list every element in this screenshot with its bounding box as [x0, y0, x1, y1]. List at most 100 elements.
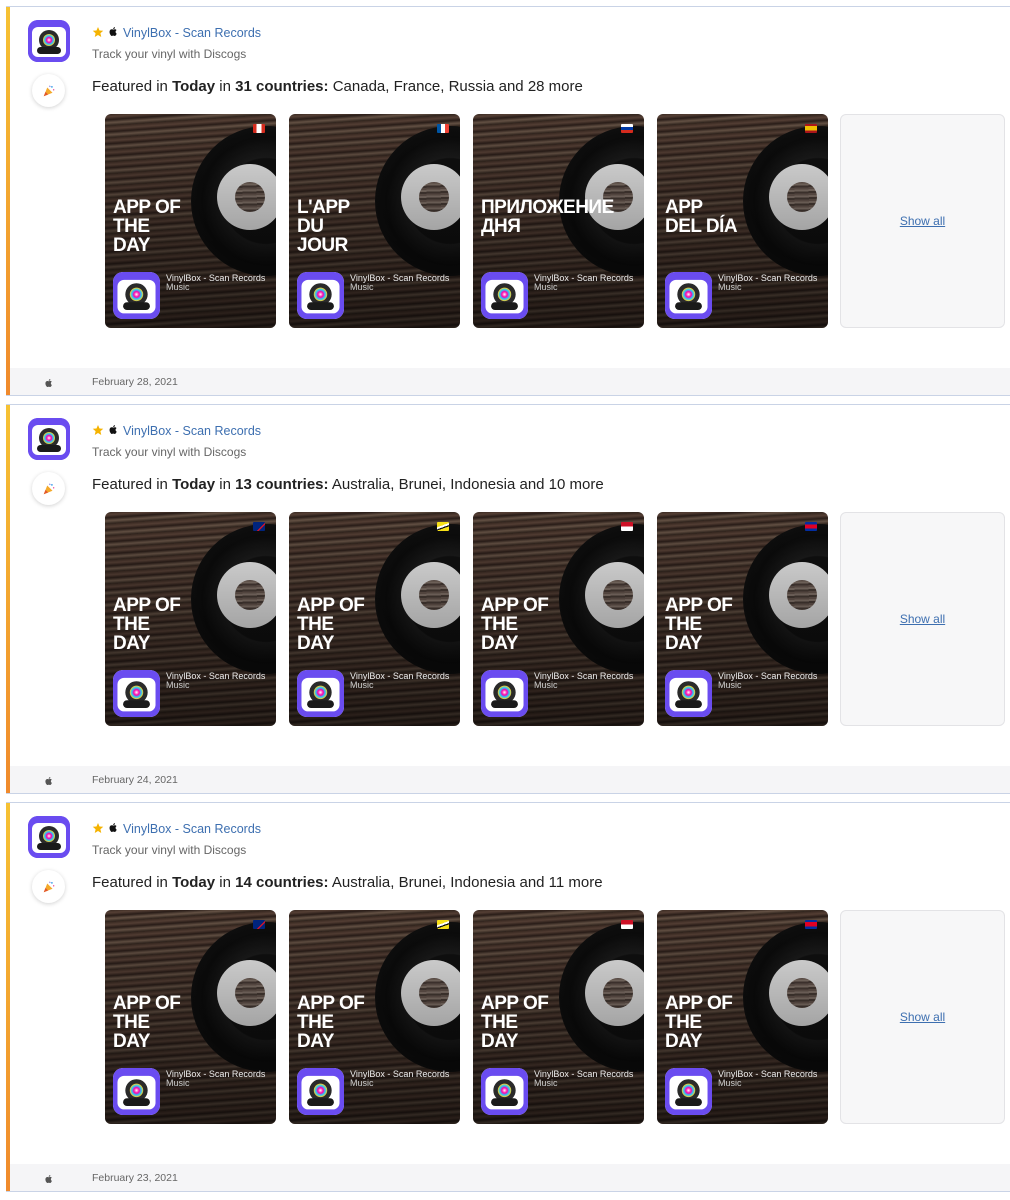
indonesia-flag: [621, 522, 633, 531]
tile-app-icon: [113, 670, 160, 717]
feature-tile[interactable]: APP DEL DÍA VinylBox - Scan Records Musi…: [657, 114, 828, 328]
feature-card: VinylBox - Scan Records Track your vinyl…: [6, 802, 1010, 1192]
tile-headline: APP OF THE DAY: [481, 993, 549, 1052]
party-popper-icon: [32, 870, 65, 903]
tile-app-icon: [113, 1068, 160, 1115]
tile-app-category: Music: [534, 680, 558, 690]
show-all-link[interactable]: Show all: [900, 612, 945, 626]
featured-country-list: Canada, France, Russia and 28 more: [332, 78, 583, 95]
featured-prefix: Featured in: [92, 78, 168, 95]
tile-app-category: Music: [534, 282, 558, 292]
apple-icon: [44, 773, 54, 791]
tile-app-category: Music: [166, 1078, 190, 1088]
feature-tiles: APP OF THE DAY VinylBox - Scan Records M…: [105, 512, 1005, 726]
card-accent-bar: [6, 405, 10, 793]
featured-count: 13 countries:: [235, 476, 329, 493]
feature-tile[interactable]: APP OF THE DAY VinylBox - Scan Records M…: [105, 114, 276, 328]
feature-tile[interactable]: ПРИЛОЖЕНИЕ ДНЯ VinylBox - Scan Records M…: [473, 114, 644, 328]
feature-tile[interactable]: APP OF THE DAY VinylBox - Scan Records M…: [105, 512, 276, 726]
card-footer: February 23, 2021: [10, 1164, 1010, 1191]
app-name-link[interactable]: VinylBox - Scan Records: [123, 822, 261, 836]
feature-tile[interactable]: APP OF THE DAY VinylBox - Scan Records M…: [657, 910, 828, 1124]
featured-in: in: [219, 476, 231, 493]
featured-country-list: Australia, Brunei, Indonesia and 11 more: [331, 874, 603, 891]
australia-flag: [253, 522, 265, 531]
tile-headline: APP OF THE DAY: [297, 595, 365, 654]
star-icon: [92, 424, 104, 439]
tile-headline: APP OF THE DAY: [665, 993, 733, 1052]
tile-app-icon: [481, 272, 528, 319]
tile-headline: APP DEL DÍA: [665, 197, 738, 237]
featured-in: in: [219, 874, 231, 891]
app-subtitle: Track your vinyl with Discogs: [92, 843, 247, 857]
featured-story: Today: [172, 78, 216, 95]
tile-app-icon: [297, 670, 344, 717]
app-icon[interactable]: [28, 816, 70, 858]
apple-icon: [44, 1171, 54, 1189]
feature-tile[interactable]: APP OF THE DAY VinylBox - Scan Records M…: [657, 512, 828, 726]
tile-app-category: Music: [350, 1078, 374, 1088]
app-icon[interactable]: [28, 20, 70, 62]
show-all-link[interactable]: Show all: [900, 214, 945, 228]
featured-prefix: Featured in: [92, 476, 168, 493]
app-title-row: VinylBox - Scan Records: [92, 821, 261, 837]
card-footer: February 24, 2021: [10, 766, 1010, 793]
feature-date: February 24, 2021: [92, 774, 178, 786]
featured-in: in: [219, 78, 231, 95]
feature-tile[interactable]: APP OF THE DAY VinylBox - Scan Records M…: [289, 910, 460, 1124]
featured-summary: Featured in Today in 31 countries: Canad…: [92, 78, 583, 95]
feature-tile[interactable]: APP OF THE DAY VinylBox - Scan Records M…: [105, 910, 276, 1124]
tile-headline: APP OF THE DAY: [113, 595, 181, 654]
tile-app-icon: [665, 272, 712, 319]
party-popper-icon: [32, 472, 65, 505]
tile-app-category: Music: [166, 282, 190, 292]
tile-app-category: Music: [166, 680, 190, 690]
app-name-link[interactable]: VinylBox - Scan Records: [123, 26, 261, 40]
feature-tiles: APP OF THE DAY VinylBox - Scan Records M…: [105, 114, 1005, 328]
tile-headline: APP OF THE DAY: [481, 595, 549, 654]
apple-icon: [108, 822, 119, 836]
indonesia-flag: [621, 920, 633, 929]
tile-app-category: Music: [534, 1078, 558, 1088]
feature-tile[interactable]: APP OF THE DAY VinylBox - Scan Records M…: [473, 512, 644, 726]
feature-tile[interactable]: L'APP DU JOUR VinylBox - Scan Records Mu…: [289, 114, 460, 328]
app-name-link[interactable]: VinylBox - Scan Records: [123, 424, 261, 438]
tile-app-icon: [113, 272, 160, 319]
brunei-flag: [437, 920, 449, 929]
card-accent-bar: [6, 803, 10, 1191]
feature-card: VinylBox - Scan Records Track your vinyl…: [6, 6, 1010, 396]
cambodia-flag: [805, 522, 817, 531]
app-icon[interactable]: [28, 418, 70, 460]
card-footer: February 28, 2021: [10, 368, 1010, 395]
tile-app-icon: [481, 1068, 528, 1115]
show-all-panel: Show all: [840, 512, 1005, 726]
feature-date: February 28, 2021: [92, 376, 178, 388]
featured-prefix: Featured in: [92, 874, 168, 891]
france-flag: [437, 124, 449, 133]
canada-flag: [253, 124, 265, 133]
feature-tile[interactable]: APP OF THE DAY VinylBox - Scan Records M…: [289, 512, 460, 726]
app-subtitle: Track your vinyl with Discogs: [92, 445, 247, 459]
show-all-panel: Show all: [840, 114, 1005, 328]
featured-summary: Featured in Today in 14 countries: Austr…: [92, 874, 603, 891]
star-icon: [92, 26, 104, 41]
australia-flag: [253, 920, 265, 929]
app-title-row: VinylBox - Scan Records: [92, 423, 261, 439]
tile-app-category: Music: [350, 680, 374, 690]
tile-headline: ПРИЛОЖЕНИЕ ДНЯ: [481, 197, 614, 237]
show-all-link[interactable]: Show all: [900, 1010, 945, 1024]
cambodia-flag: [805, 920, 817, 929]
feature-tile[interactable]: APP OF THE DAY VinylBox - Scan Records M…: [473, 910, 644, 1124]
app-title-row: VinylBox - Scan Records: [92, 25, 261, 41]
russia-flag: [621, 124, 633, 133]
tile-headline: APP OF THE DAY: [297, 993, 365, 1052]
featuring-feed: VinylBox - Scan Records Track your vinyl…: [0, 0, 1010, 1200]
featured-summary: Featured in Today in 13 countries: Austr…: [92, 476, 604, 493]
brunei-flag: [437, 522, 449, 531]
tile-headline: L'APP DU JOUR: [297, 197, 350, 256]
apple-icon: [108, 26, 119, 40]
feature-card: VinylBox - Scan Records Track your vinyl…: [6, 404, 1010, 794]
party-popper-icon: [32, 74, 65, 107]
spain-flag: [805, 124, 817, 133]
featured-story: Today: [172, 874, 216, 891]
